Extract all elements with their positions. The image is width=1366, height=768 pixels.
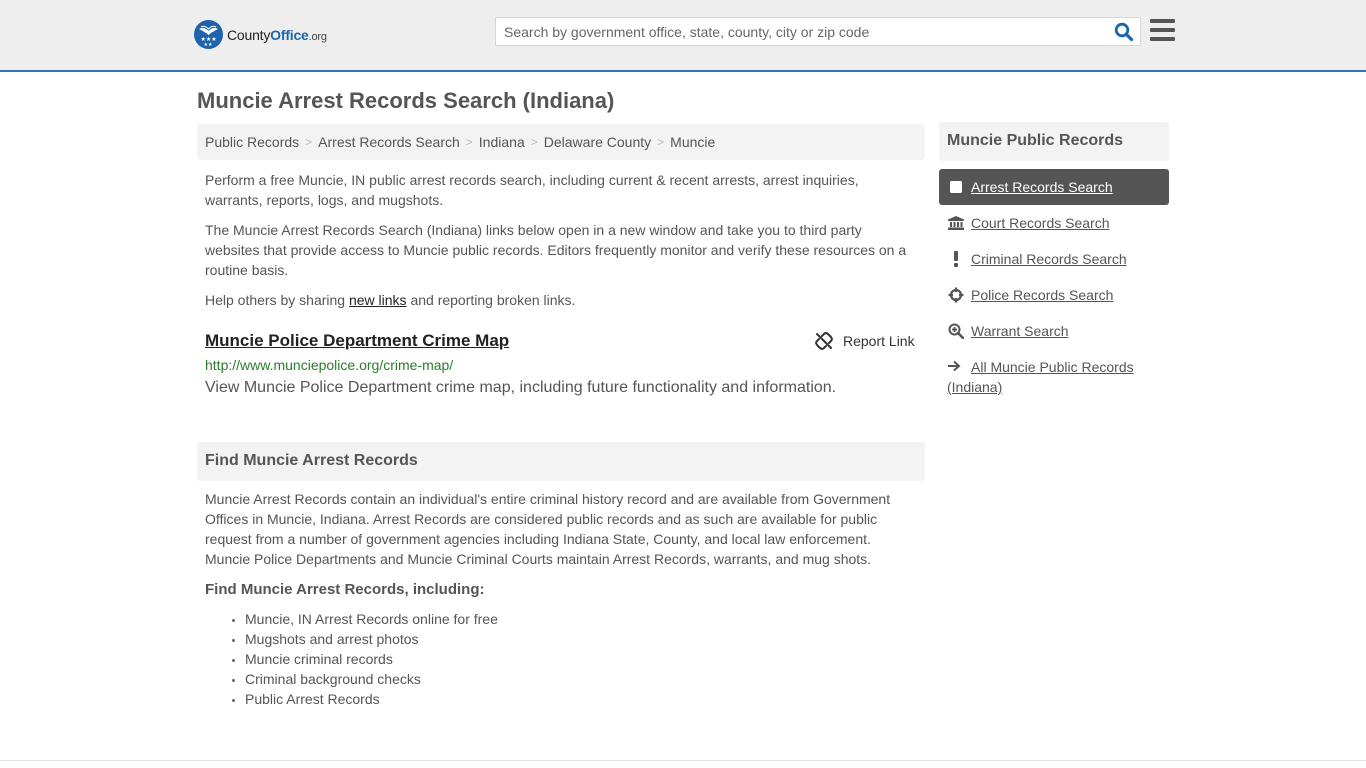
- hamburger-icon-bar: [1150, 28, 1175, 32]
- resource-link-description: View Muncie Police Department crime map,…: [205, 379, 837, 396]
- find-section-body: Muncie Arrest Records contain an individ…: [205, 491, 891, 567]
- sidebar-item-all-public-records[interactable]: All Muncie Public Records (Indiana): [947, 357, 1162, 397]
- intro-paragraph: Perform a free Muncie, IN public arrest …: [205, 172, 859, 208]
- courthouse-icon: [947, 214, 965, 232]
- sidebar-item-arrest-records-search[interactable]: Arrest Records Search: [939, 169, 1169, 205]
- eagle-logo-icon: ★★★ ★★: [194, 20, 223, 49]
- sidebar-item-police-records-search[interactable]: Police Records Search: [939, 277, 1169, 313]
- logo-text: CountyOffice.org: [227, 26, 327, 43]
- site-logo[interactable]: ★★★ ★★ CountyOffice.org: [194, 20, 327, 49]
- sidebar-item-warrant-search[interactable]: Warrant Search: [939, 313, 1169, 349]
- sidebar-item-criminal-records-search[interactable]: Criminal Records Search: [939, 241, 1169, 277]
- list-item: Muncie criminal records: [245, 649, 498, 669]
- resource-link-url: http://www.munciepolice.org/crime-map/: [205, 357, 454, 373]
- breadcrumb-item-delaware-county[interactable]: Delaware County: [544, 134, 651, 150]
- sidebar-item-label: Arrest Records Search: [971, 179, 1113, 195]
- resource-link-title[interactable]: Muncie Police Department Crime Map: [205, 331, 509, 351]
- menu-button[interactable]: [1150, 19, 1175, 41]
- svg-text:★★: ★★: [204, 42, 213, 48]
- sidebar-item-label: Criminal Records Search: [971, 251, 1127, 267]
- breadcrumb: Public Records > Arrest Records Search >…: [197, 124, 925, 160]
- site-header: ★★★ ★★ CountyOffice.org: [0, 0, 1366, 72]
- share-paragraph: Help others by sharing new links and rep…: [205, 292, 576, 308]
- zoom-in-icon: [947, 322, 965, 340]
- search-icon: [1114, 22, 1134, 42]
- exclamation-icon: [947, 250, 965, 268]
- arrow-right-icon: [947, 357, 965, 377]
- search-box: [495, 17, 1141, 46]
- sidebar-item-court-records-search[interactable]: Court Records Search: [939, 205, 1169, 241]
- search-button[interactable]: [1114, 22, 1134, 42]
- footer-divider: [0, 760, 1366, 761]
- breadcrumb-item-indiana[interactable]: Indiana: [479, 134, 525, 150]
- report-link-label: Report Link: [843, 333, 915, 349]
- list-item: Criminal background checks: [245, 669, 498, 689]
- breadcrumb-separator: >: [657, 135, 665, 149]
- breadcrumb-separator: >: [530, 135, 538, 149]
- disclaimer-paragraph: The Muncie Arrest Records Search (Indian…: [205, 222, 907, 278]
- list-item: Mugshots and arrest photos: [245, 629, 498, 649]
- search-input[interactable]: [496, 18, 1106, 45]
- list-item: Public Arrest Records: [245, 689, 498, 709]
- page-title: Muncie Arrest Records Search (Indiana): [197, 88, 615, 113]
- breadcrumb-item-arrest-records-search[interactable]: Arrest Records Search: [318, 134, 460, 150]
- find-section-subheading: Find Muncie Arrest Records, including:: [205, 581, 485, 598]
- breadcrumb-item-muncie[interactable]: Muncie: [670, 134, 715, 150]
- broken-link-icon: [815, 332, 833, 350]
- hamburger-icon-bar: [1150, 19, 1175, 23]
- breadcrumb-separator: >: [305, 135, 313, 149]
- sidebar-item-label: Court Records Search: [971, 215, 1110, 231]
- breadcrumb-separator: >: [465, 135, 473, 149]
- find-section-heading: Find Muncie Arrest Records: [197, 442, 925, 481]
- find-section-list: Muncie, IN Arrest Records online for fre…: [245, 609, 498, 709]
- sidebar-item-label: All Muncie Public Records (Indiana): [947, 359, 1134, 395]
- new-links-link[interactable]: new links: [349, 292, 407, 308]
- report-link-button[interactable]: Report Link: [815, 332, 915, 350]
- sidebar-item-label: Police Records Search: [971, 287, 1114, 303]
- sidebar-heading: Muncie Public Records: [939, 122, 1169, 161]
- square-icon: [947, 178, 965, 196]
- sidebar-item-label: Warrant Search: [971, 323, 1069, 339]
- list-item: Muncie, IN Arrest Records online for fre…: [245, 609, 498, 629]
- breadcrumb-item-public-records[interactable]: Public Records: [205, 134, 299, 150]
- hamburger-icon-bar: [1150, 37, 1175, 41]
- crosshairs-icon: [947, 286, 965, 304]
